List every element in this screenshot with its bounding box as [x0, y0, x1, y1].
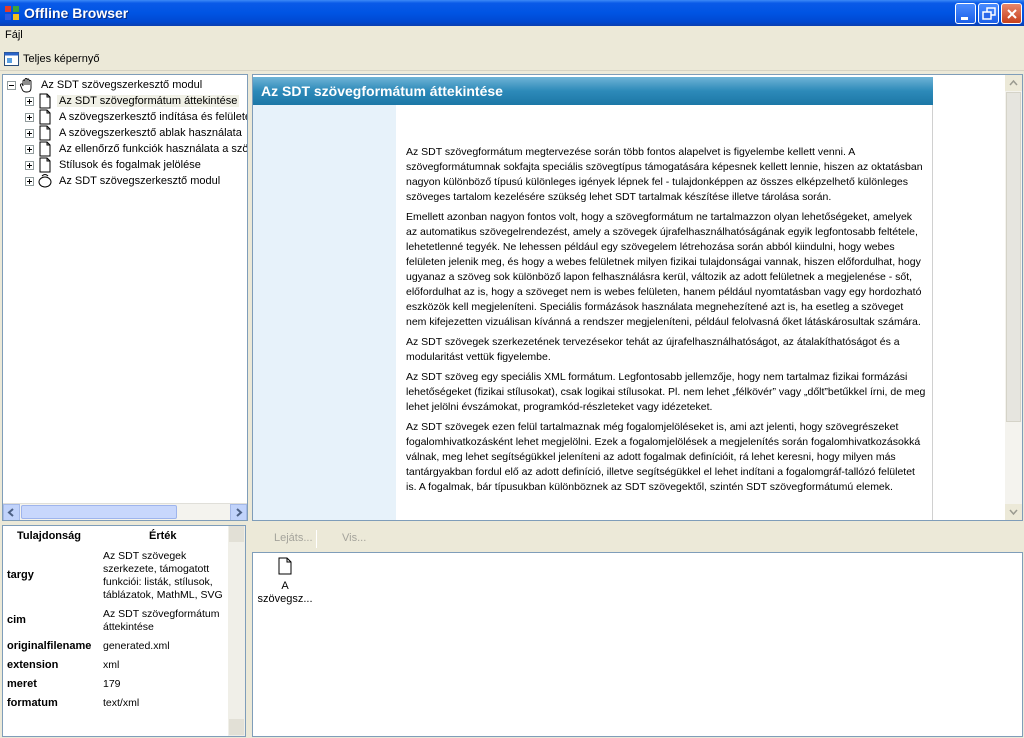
document-icon [39, 141, 51, 157]
tree-item-label: Stílusok és fogalmak jelölése [59, 159, 201, 171]
tree-item-label: Az ellenőrző funkciók használata a szöve… [59, 143, 248, 155]
fullscreen-button[interactable]: Teljes képernyő [4, 51, 99, 67]
collapse-icon[interactable] [7, 80, 16, 90]
title-bar[interactable]: Offline Browser [0, 0, 1024, 26]
close-icon [1007, 9, 1017, 19]
expand-icon[interactable] [25, 128, 34, 138]
tree-item-label: A szövegszerkesztő ablak használata [59, 127, 242, 139]
tree-item-label: A szövegszerkesztő indítása és felülete [59, 111, 248, 123]
navigation-tree[interactable]: Az SDT szövegszerkesztő modul Az SDT szö… [2, 74, 248, 521]
article-paragraph: Az SDT szövegformátum megtervezése során… [406, 146, 923, 203]
document-icon [39, 125, 51, 141]
expand-icon[interactable] [25, 96, 34, 106]
property-key: meret [7, 678, 37, 690]
property-key: originalfilename [7, 640, 92, 652]
expand-icon[interactable] [25, 112, 34, 122]
property-key: targy [7, 569, 34, 581]
property-row: formatum text/xml [3, 697, 229, 713]
tree-horizontal-scrollbar[interactable] [3, 503, 247, 520]
tree-item[interactable]: A szövegszerkesztő ablak használata [25, 125, 244, 141]
property-value: Az SDT szövegformátum áttekintése [103, 608, 220, 633]
fullscreen-label: Teljes képernyő [23, 53, 100, 65]
scroll-thumb[interactable] [21, 505, 177, 519]
property-key: formatum [7, 697, 58, 709]
app-icon [5, 6, 19, 20]
scroll-thumb[interactable] [1006, 92, 1021, 422]
content-header: Az SDT szövegformátum áttekintése [253, 77, 933, 105]
tree-item[interactable]: A szövegszerkesztő indítása és felülete [25, 109, 248, 125]
restore-icon [982, 7, 996, 20]
chevron-left-icon [7, 508, 14, 517]
scroll-down-button[interactable] [1005, 504, 1022, 520]
property-value: text/xml [103, 697, 140, 709]
chevron-down-icon [1009, 509, 1018, 516]
tree-item[interactable]: Az SDT szövegszerkesztő modul [25, 173, 222, 189]
document-icon [39, 157, 51, 173]
expand-icon[interactable] [25, 176, 34, 186]
scroll-up-button[interactable] [229, 526, 244, 542]
file-item[interactable]: A szövegsz... [255, 557, 315, 606]
menu-file[interactable]: Fájl [5, 29, 23, 41]
property-key: extension [7, 659, 59, 671]
chevron-right-icon [236, 508, 243, 517]
restore-button[interactable] [978, 3, 999, 24]
article-paragraph: Az SDT szövegek ezen felül tartalmaznak … [406, 421, 921, 493]
property-header-value: Érték [149, 530, 177, 542]
module-icon [38, 174, 52, 188]
close-button[interactable] [1001, 3, 1022, 24]
scroll-down-button[interactable] [229, 719, 244, 735]
content-side-strip [253, 105, 396, 520]
tree-item[interactable]: Az ellenőrző funkciók használata a szöve… [25, 141, 248, 157]
main-toolbar: Teljes képernyő [0, 47, 1024, 71]
play-button[interactable]: Lejáts... [274, 532, 313, 544]
property-row: extension xml [3, 659, 229, 675]
content-viewer[interactable]: Az SDT szövegformátum áttekintése Az SDT… [252, 74, 1023, 521]
minimize-button[interactable] [955, 3, 976, 24]
file-name: A szövegsz... [257, 580, 313, 605]
tree-item[interactable]: Stílusok és fogalmak jelölése [25, 157, 203, 173]
toolbar-separator [316, 530, 317, 548]
scroll-left-button[interactable] [3, 504, 20, 520]
property-row: originalfilename generated.xml [3, 640, 229, 656]
document-icon [39, 109, 51, 125]
property-vertical-scrollbar[interactable] [228, 526, 245, 736]
expand-icon[interactable] [25, 144, 34, 154]
tree-root-label: Az SDT szövegszerkesztő modul [41, 79, 203, 91]
property-key: cim [7, 614, 26, 626]
property-value: 179 [103, 678, 121, 690]
window-title: Offline Browser [24, 5, 129, 21]
fullscreen-icon [4, 52, 19, 66]
content-vertical-scrollbar[interactable] [1005, 75, 1022, 520]
scroll-right-button[interactable] [230, 504, 247, 520]
tree-root[interactable]: Az SDT szövegszerkesztő modul [7, 77, 204, 93]
article-paragraph: Emellett azonban nagyon fontos volt, hog… [406, 211, 922, 328]
article-body: Az SDT szövegformátum megtervezése során… [396, 105, 933, 520]
view-button[interactable]: Vis... [342, 532, 366, 544]
article-paragraph: Az SDT szöveg egy speciális XML formátum… [406, 371, 926, 413]
expand-icon[interactable] [25, 160, 34, 170]
scroll-up-button[interactable] [1005, 75, 1022, 91]
tree-item[interactable]: Az SDT szövegformátum áttekintése [25, 93, 240, 109]
minimize-icon [961, 17, 968, 20]
property-header-key: Tulajdonság [17, 530, 81, 542]
article-paragraph: Az SDT szövegek szerkezetének tervezések… [406, 336, 900, 363]
property-value: generated.xml [103, 640, 170, 652]
property-row: cim Az SDT szövegformátum áttekintése [3, 608, 229, 636]
document-icon [39, 93, 51, 109]
property-value: Az SDT szövegek szerkezete, támogatott f… [103, 550, 223, 601]
property-row: targy Az SDT szövegek szerkezete, támoga… [3, 550, 229, 604]
chevron-up-icon [1009, 79, 1018, 86]
property-grid: Tulajdonság Érték targy Az SDT szövegek … [2, 525, 246, 737]
property-value: xml [103, 659, 120, 671]
menu-bar: Fájl [0, 26, 1024, 45]
attachment-toolbar: Lejáts... Vis... [252, 526, 1023, 552]
document-icon [278, 557, 292, 575]
attachment-list: A szövegsz... [252, 552, 1023, 737]
content-title: Az SDT szövegformátum áttekintése [261, 83, 503, 99]
hand-icon [19, 78, 32, 93]
tree-item-label: Az SDT szövegszerkesztő modul [59, 175, 221, 187]
property-row: meret 179 [3, 678, 229, 694]
tree-item-label: Az SDT szövegformátum áttekintése [57, 95, 240, 107]
